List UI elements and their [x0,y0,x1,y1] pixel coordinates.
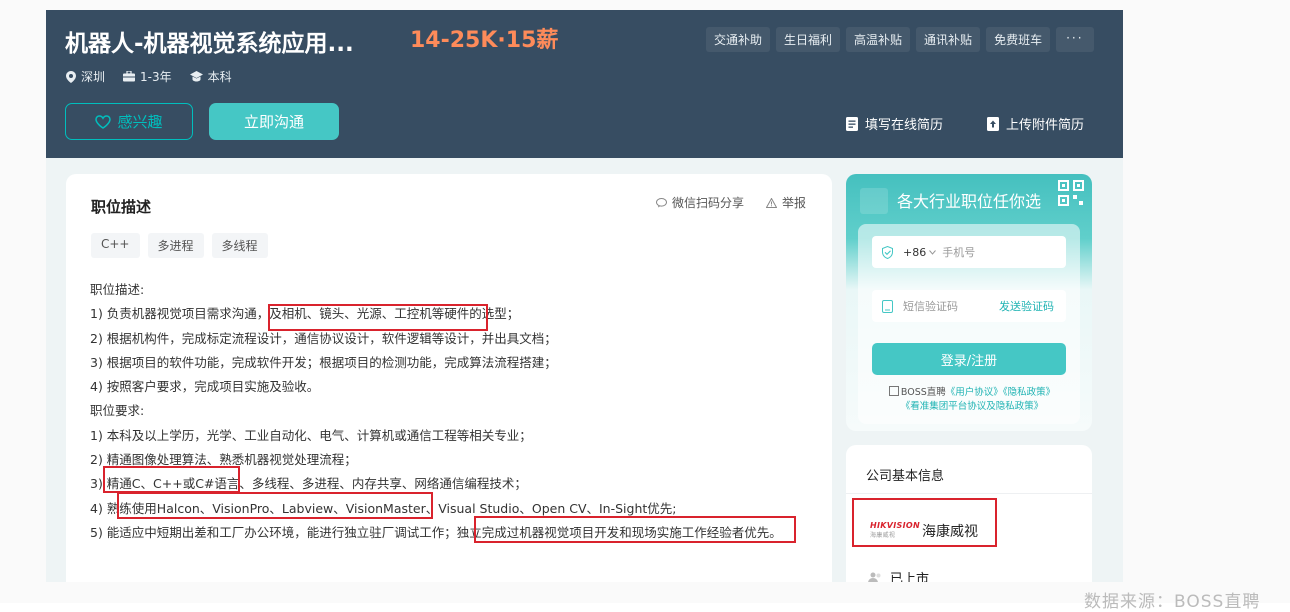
city-text: 深圳 [81,70,106,84]
chat-now-button[interactable]: 立即沟通 [209,103,339,140]
benefit-tag: 高温补贴 [846,27,911,52]
experience-text: 1-3年 [140,70,172,84]
location-icon [66,70,76,83]
description-line: 3) 根据项目的软件功能，完成软件开发；根据项目的检测功能，完成算法流程搭建； [90,354,557,370]
phone-input[interactable]: +86 手机号 [872,236,1066,268]
salary: 14-25K·15薪 [410,28,559,53]
login-register-button[interactable]: 登录/注册 [872,343,1066,375]
more-benefits-button[interactable]: ··· [1056,27,1094,52]
source-watermark: 数据来源：BOSS直聘 [1084,592,1261,612]
benefit-tag: 通讯补贴 [916,27,981,52]
country-code: +86 [903,245,927,259]
skill-tag: 多进程 [147,233,204,258]
company-info-card: 公司基本信息 HIKVISION 海康威视 海康威视 已上市 [846,445,1092,582]
fill-online-resume-link[interactable]: 填写在线简历 [846,114,943,133]
chevron-down-icon [929,249,937,255]
warning-icon [765,197,777,208]
upload-resume-label: 上传附件简历 [1006,118,1085,133]
education-text: 本科 [207,70,232,84]
phone-placeholder: 手机号 [942,246,976,259]
graduation-cap-icon [189,71,203,82]
company-section-title: 公司基本信息 [866,469,945,484]
heart-icon [95,114,112,129]
skill-tag: C++ [91,233,140,258]
highlight-box [103,466,240,493]
highlight-box [268,304,488,331]
report-label: 举报 [781,196,806,210]
sms-code-input[interactable]: 短信验证码 发送验证码 [872,290,1066,322]
job-description-card: 职位描述 微信扫码分享 举报 C++ 多进程 多线程 职位描述: 1) 负责机器… [66,174,832,582]
chat-bubble-icon [655,197,667,207]
people-icon [868,572,881,582]
user-agreement-link[interactable]: 《用户协议》 [946,387,1003,398]
briefcase-icon [123,71,136,82]
description-line: 4) 按照客户要求，完成项目实施及验收。 [90,379,320,395]
document-icon [846,116,858,131]
skill-tags: C++ 多进程 多线程 [91,233,268,258]
job-meta: 深圳 1-3年 本科 [66,68,232,85]
divider [846,493,1092,494]
benefit-tag: 交通补助 [706,27,771,52]
description-line: 职位描述: [90,282,145,297]
description-line: 职位要求: [90,403,145,419]
upload-file-icon [987,116,999,131]
upload-resume-link[interactable]: 上传附件简历 [987,114,1084,133]
education-meta: 本科 [189,68,232,85]
fill-online-resume-label: 填写在线简历 [865,118,944,133]
shield-icon [882,245,893,259]
qr-code-icon[interactable] [1058,180,1084,206]
job-detail-screenshot: 机器人-机器视觉系统应用... 14-25K·15薪 交通补助 生日福利 高温补… [46,10,1123,582]
listing-status-text: 已上市 [890,572,930,582]
country-code-select[interactable]: +86 [903,245,937,259]
benefit-tag: 生日福利 [776,27,841,52]
job-header: 机器人-机器视觉系统应用... 14-25K·15薪 交通补助 生日福利 高温补… [46,10,1123,158]
benefit-tags: 交通补助 生日福利 高温补贴 通讯补贴 免费班车 ··· [706,27,1094,52]
agreement-checkbox[interactable] [888,386,899,396]
highlight-box [117,492,433,519]
wechat-share-label: 微信扫码分享 [671,196,744,210]
city-meta: 深圳 [66,68,105,85]
agree-prefix: BOSS直聘 [900,387,946,398]
sms-placeholder: 短信验证码 [903,300,958,313]
privacy-policy-link[interactable]: 《隐私政策》 [1003,387,1055,398]
agreement-text: BOSS直聘《用户协议》《隐私政策》 《看准集团平台协议及隐私政策》 [872,386,1072,414]
sms-icon [882,299,893,313]
highlight-box [852,498,997,547]
highlight-box [474,516,796,543]
interest-label: 感兴趣 [117,113,163,131]
listing-status: 已上市 [868,568,929,582]
experience-meta: 1-3年 [123,68,172,85]
interest-button[interactable]: 感兴趣 [65,103,193,140]
wechat-share-button[interactable]: 微信扫码分享 [655,194,744,211]
skill-tag: 多线程 [211,233,268,258]
login-card: 各大行业职位任你选 +86 手机号 短信验证码 发送验证码 登录/注册 BOSS… [846,174,1092,431]
description-line: 1) 本科及以上学历，光学、工业自动化、电气、计算机或通信工程等相关专业； [90,427,532,443]
section-title: 职位描述 [91,198,152,216]
job-title: 机器人-机器视觉系统应用... [65,31,354,57]
report-button[interactable]: 举报 [765,194,806,211]
benefit-tag: 免费班车 [986,27,1051,52]
login-header: 各大行业职位任你选 [896,192,1041,211]
card-actions: 微信扫码分享 举报 [655,194,806,211]
send-code-button[interactable]: 发送验证码 [999,298,1054,314]
group-policy-link[interactable]: 《看准集团平台协议及隐私政策》 [901,401,1044,412]
